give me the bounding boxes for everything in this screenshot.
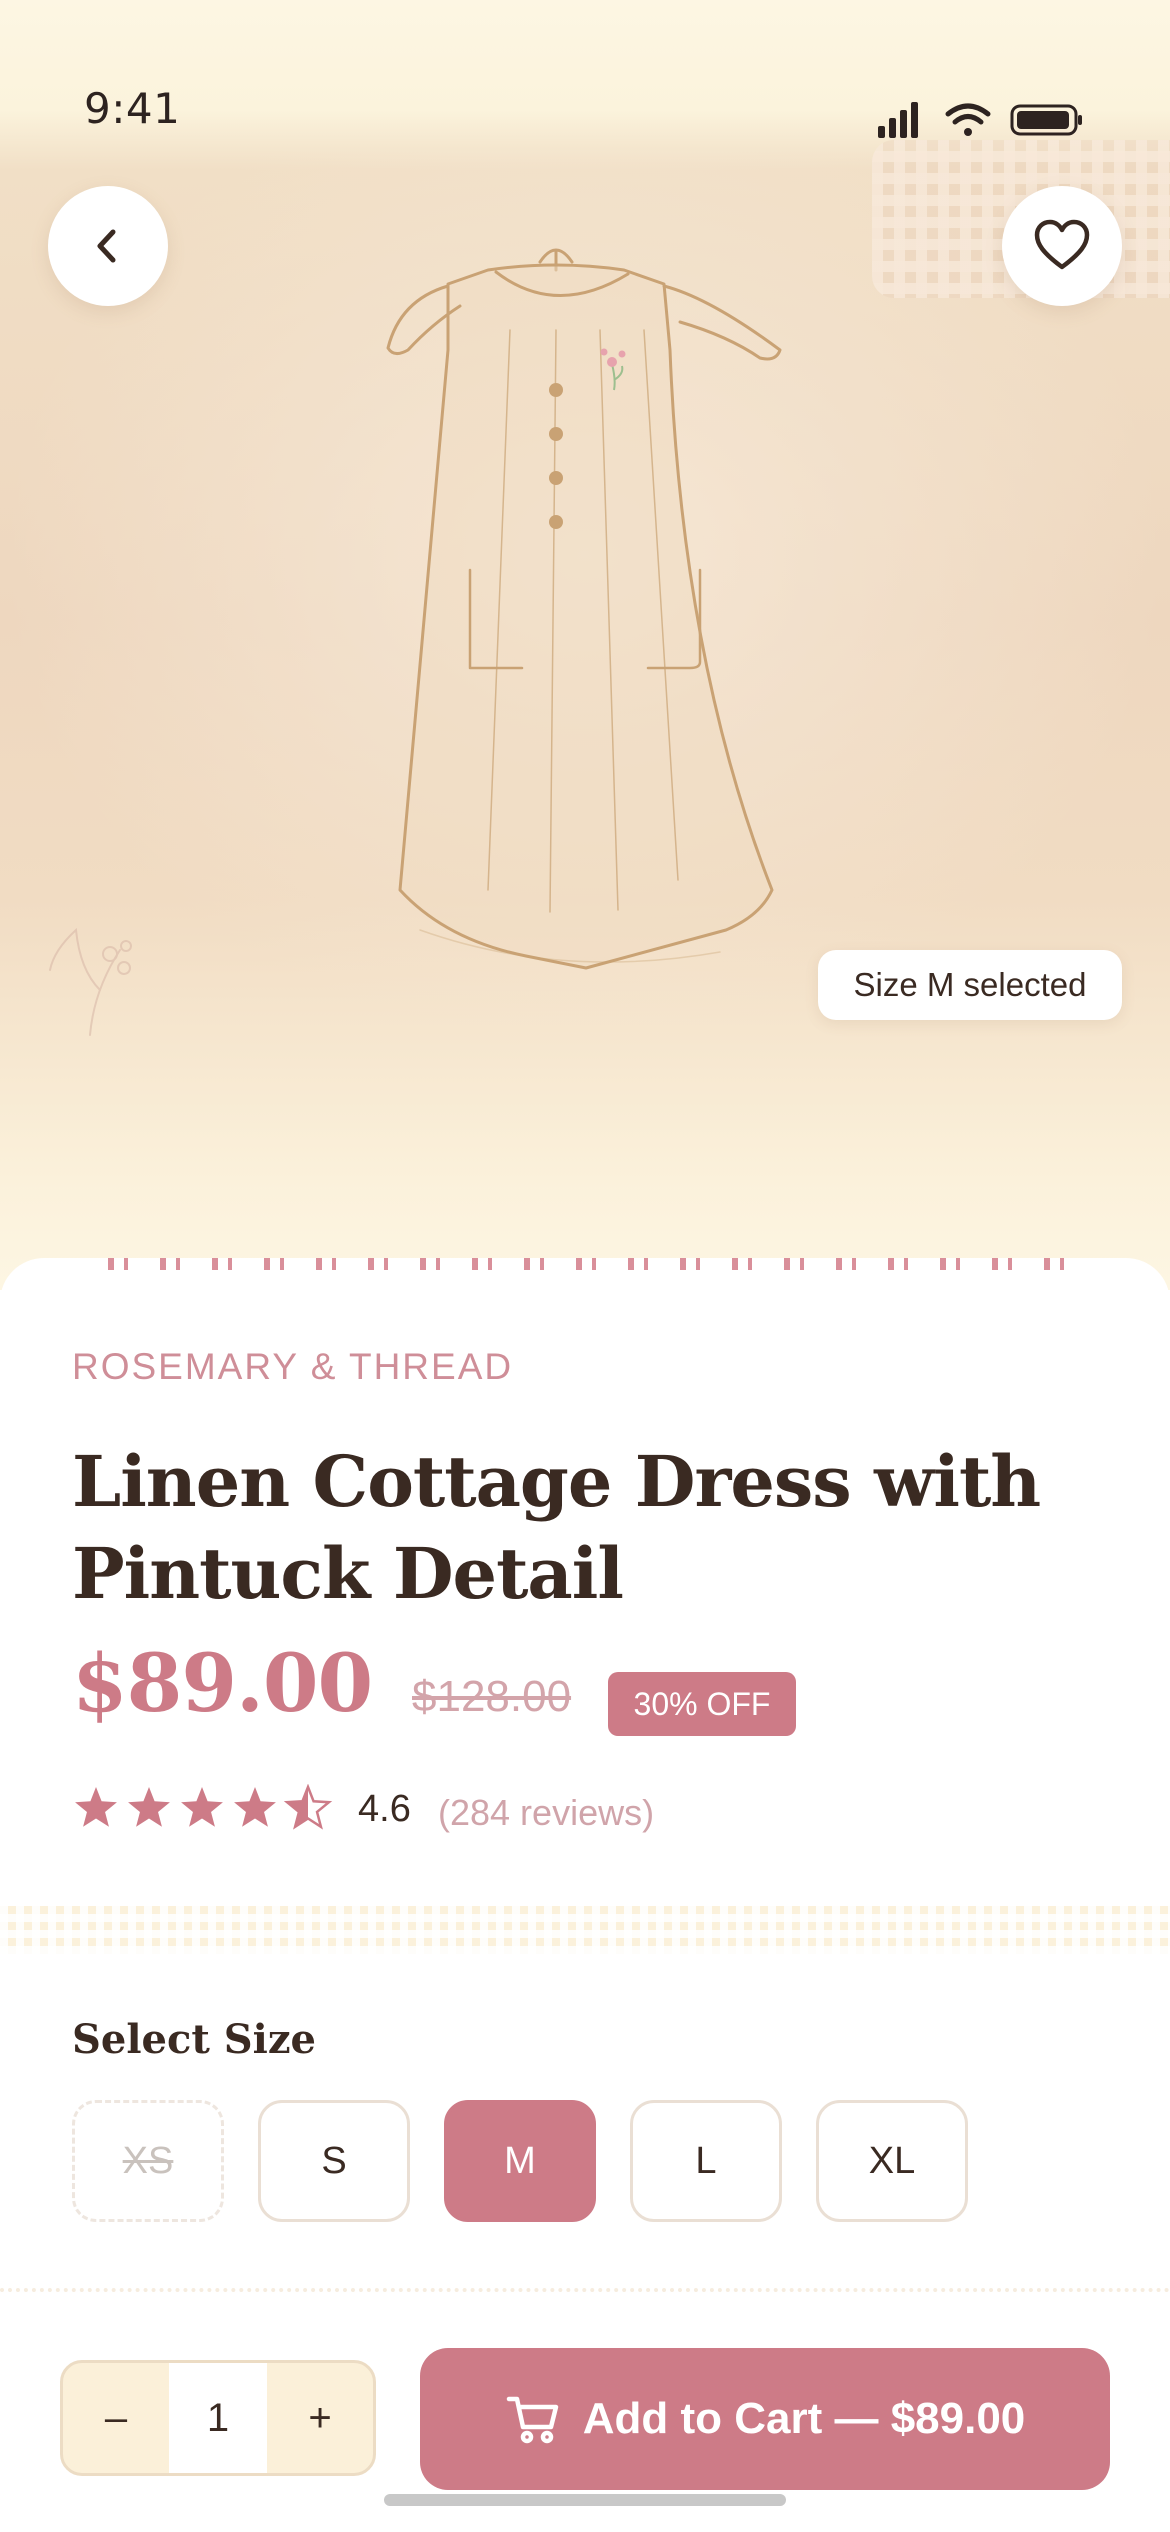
product-details-sheet: ROSEMARY & THREAD Linen Cottage Dress wi…: [0, 1258, 1170, 2532]
quantity-value: 1: [169, 2363, 267, 2473]
current-price: $89.00: [72, 1636, 373, 1730]
dress-body: [398, 263, 774, 970]
star-icon: [181, 1787, 223, 1827]
size-heading: Select Size: [72, 2016, 316, 2063]
reviews-link[interactable]: (284 reviews): [438, 1792, 654, 1834]
stitch-mark: [540, 1258, 544, 1270]
hero-image-area: 9:41 Size M selected: [0, 0, 1170, 1290]
star-icon: [283, 1784, 333, 1830]
stitch-mark: [124, 1258, 128, 1270]
stitch-mark: [592, 1258, 596, 1270]
stitch-mark: [800, 1258, 804, 1270]
stitch-mark: [436, 1258, 440, 1270]
decorative-stitch-border: [108, 1258, 1064, 1270]
quantity-stepper: – 1 +: [60, 2360, 376, 2476]
stitch-mark: [940, 1258, 946, 1270]
stitch-mark: [280, 1258, 284, 1270]
stitch-mark: [384, 1258, 388, 1270]
product-title: Linen Cottage Dress with Pintuck Detail: [72, 1440, 1041, 1615]
stitch-mark: [420, 1258, 426, 1270]
star-icon: [75, 1787, 117, 1827]
sleeve-right: [662, 284, 782, 361]
stitch-mark: [680, 1258, 686, 1270]
stitch-mark: [696, 1258, 700, 1270]
stitch-mark: [332, 1258, 336, 1270]
stitch-mark: [316, 1258, 322, 1270]
battery-icon: [1010, 104, 1082, 136]
add-to-cart-label: Add to Cart — $89.00: [582, 2394, 1026, 2443]
stitch-mark: [368, 1258, 374, 1270]
stitch-mark: [228, 1258, 232, 1270]
stitch-mark: [732, 1258, 738, 1270]
wifi-icon: [945, 103, 991, 136]
stitch-mark: [904, 1258, 908, 1270]
discount-badge: 30% OFF: [608, 1672, 796, 1736]
brand-name[interactable]: ROSEMARY & THREAD: [72, 1346, 513, 1388]
size-option-xl[interactable]: XL: [816, 2100, 968, 2222]
stitch-mark: [628, 1258, 634, 1270]
stitch-mark: [488, 1258, 492, 1270]
stitch-mark: [992, 1258, 998, 1270]
size-option-s[interactable]: S: [258, 2100, 410, 2222]
add-to-cart-button[interactable]: Add to Cart — $89.00: [420, 2348, 1110, 2490]
stitch-mark: [784, 1258, 790, 1270]
home-indicator: [384, 2494, 786, 2506]
divider: [0, 2288, 1170, 2292]
cellular-signal-icon: [878, 102, 918, 138]
stitch-mark: [956, 1258, 960, 1270]
size-option-xs[interactable]: XS: [72, 2100, 224, 2222]
size-selector: XS S M L XL: [72, 2100, 1112, 2226]
flower-sprig-decoration: [49, 927, 132, 1036]
status-time: 9:41: [84, 84, 181, 133]
rating-value: 4.6: [358, 1788, 411, 1830]
back-button[interactable]: [48, 186, 168, 306]
stitch-mark: [748, 1258, 752, 1270]
star-icon: [128, 1787, 170, 1827]
stitch-mark: [1008, 1258, 1012, 1270]
stitch-mark: [524, 1258, 530, 1270]
size-option-m[interactable]: M: [444, 2100, 596, 2222]
rating-stars[interactable]: [72, 1784, 342, 1834]
stitch-mark: [644, 1258, 648, 1270]
star-icon: [234, 1787, 276, 1827]
decorative-checker-band: [0, 1906, 1170, 1954]
stitch-mark: [108, 1258, 114, 1270]
stitch-mark: [264, 1258, 270, 1270]
decrease-quantity-button[interactable]: –: [63, 2363, 169, 2473]
original-price: $128.00: [412, 1672, 572, 1721]
dress-illustration: [386, 248, 782, 970]
stitch-mark: [212, 1258, 218, 1270]
status-icons: [878, 102, 1082, 138]
increase-quantity-button[interactable]: +: [267, 2363, 373, 2473]
stitch-mark: [1044, 1258, 1050, 1270]
selected-size-badge: Size M selected: [818, 950, 1122, 1020]
stitch-mark: [836, 1258, 842, 1270]
stitch-mark: [1060, 1258, 1064, 1270]
stitch-mark: [472, 1258, 478, 1270]
stitch-mark: [888, 1258, 894, 1270]
cart-icon: [506, 2396, 558, 2444]
size-option-l[interactable]: L: [630, 2100, 782, 2222]
chevron-left-icon: [97, 229, 116, 263]
stitch-mark: [176, 1258, 180, 1270]
stitch-mark: [852, 1258, 856, 1270]
favorite-button[interactable]: [1002, 186, 1122, 306]
stitch-mark: [160, 1258, 166, 1270]
heart-outline-icon: [1034, 219, 1090, 270]
stitch-mark: [576, 1258, 582, 1270]
